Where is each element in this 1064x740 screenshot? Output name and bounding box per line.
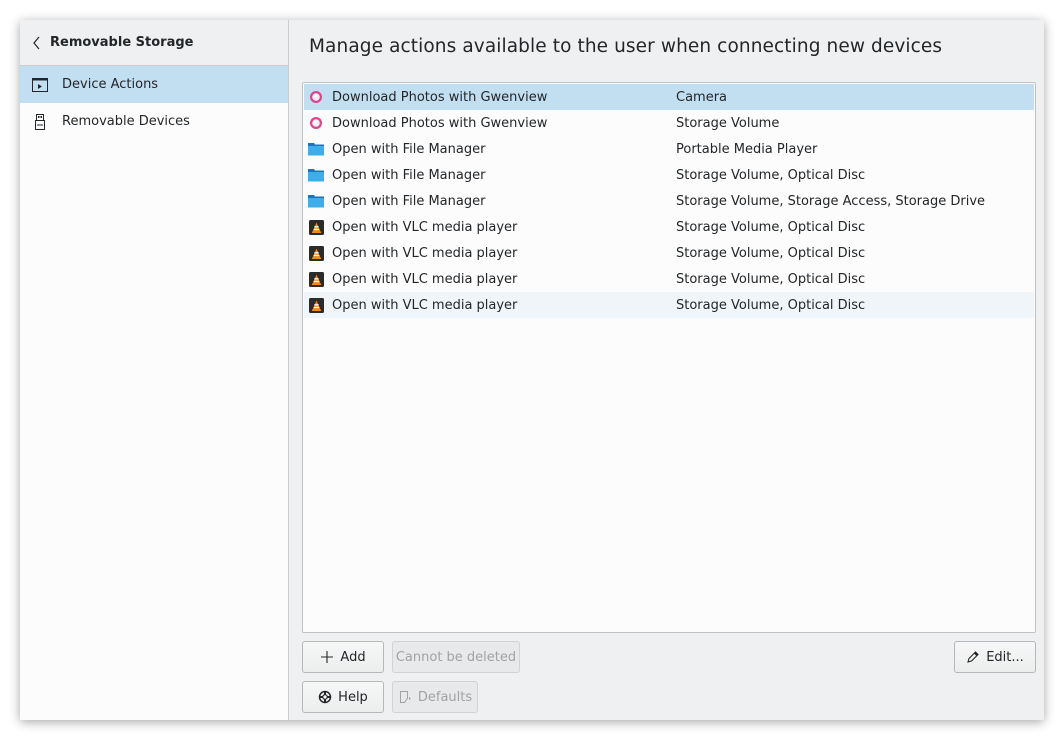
action-row[interactable]: Open with VLC media player Storage Volume…	[304, 266, 1034, 292]
sidebar-item-label: Removable Devices	[62, 114, 190, 129]
sidebar-item-device-actions[interactable]: Device Actions	[20, 66, 288, 103]
sidebar: Removable Storage Device Actions Removab…	[20, 20, 289, 720]
action-row[interactable]: Open with VLC media player Storage Volume…	[304, 292, 1034, 318]
action-name: Open with VLC media player	[332, 297, 518, 313]
page-title: Manage actions available to the user whe…	[309, 36, 943, 57]
action-name: Open with VLC media player	[332, 271, 518, 287]
action-row[interactable]: Download Photos with Gwenview Camera	[304, 84, 1034, 110]
document-revert-icon	[398, 690, 412, 704]
action-row[interactable]: Download Photos with Gwenview Storage Vol…	[304, 110, 1034, 136]
gwenview-icon	[308, 89, 324, 105]
help-lifebuoy-icon	[318, 690, 332, 704]
gwenview-icon	[308, 115, 324, 131]
action-name: Open with File Manager	[332, 193, 486, 209]
actions-list[interactable]: Download Photos with Gwenview Camera Downl…	[302, 82, 1036, 633]
sidebar-item-label: Device Actions	[62, 77, 159, 92]
folder-icon	[308, 167, 324, 183]
vlc-icon	[308, 219, 324, 235]
plus-icon	[320, 650, 334, 664]
action-device-types: Storage Volume, Storage Access, Storage …	[676, 193, 986, 209]
folder-icon	[308, 141, 324, 157]
device-actions-icon	[32, 77, 48, 93]
action-name: Open with VLC media player	[332, 245, 518, 261]
vlc-icon	[308, 245, 324, 261]
defaults-button-label: Defaults	[417, 689, 473, 705]
main-panel: Manage actions available to the user whe…	[289, 20, 1044, 720]
action-device-types: Portable Media Player	[676, 141, 818, 157]
vlc-icon	[308, 271, 324, 287]
help-button-label: Help	[338, 689, 368, 705]
delete-button-label: Cannot be deleted	[395, 649, 517, 665]
action-row[interactable]: Open with VLC media player Storage Volume…	[304, 240, 1034, 266]
action-row[interactable]: Open with File Manager Storage Volume, St…	[304, 188, 1034, 214]
action-device-types: Storage Volume, Optical Disc	[676, 271, 866, 287]
action-device-types: Storage Volume, Optical Disc	[676, 245, 866, 261]
action-device-types: Storage Volume	[676, 115, 780, 131]
back-arrow-icon[interactable]	[32, 36, 42, 50]
delete-button[interactable]: Cannot be deleted	[392, 641, 520, 673]
action-row[interactable]: Open with File Manager Portable Media Pla…	[304, 136, 1034, 162]
action-row[interactable]: Open with VLC media player Storage Volume…	[304, 214, 1034, 240]
sidebar-title: Removable Storage	[50, 35, 194, 50]
vlc-icon	[308, 297, 324, 313]
action-device-types: Camera	[676, 89, 728, 105]
sidebar-item-removable-devices[interactable]: Removable Devices	[20, 103, 288, 140]
action-name: Open with File Manager	[332, 141, 486, 157]
action-name: Open with File Manager	[332, 167, 486, 183]
settings-window: Removable Storage Device Actions Removab…	[20, 20, 1044, 720]
action-name: Download Photos with Gwenview	[332, 115, 548, 131]
action-name: Open with VLC media player	[332, 219, 518, 235]
usb-drive-icon	[32, 113, 48, 130]
add-button[interactable]: Add	[302, 641, 384, 673]
action-device-types: Storage Volume, Optical Disc	[676, 219, 866, 235]
pencil-icon	[966, 650, 980, 664]
help-button[interactable]: Help	[302, 681, 384, 713]
folder-icon	[308, 193, 324, 209]
defaults-button[interactable]: Defaults	[392, 681, 478, 713]
action-name: Download Photos with Gwenview	[332, 89, 548, 105]
action-device-types: Storage Volume, Optical Disc	[676, 167, 866, 183]
action-device-types: Storage Volume, Optical Disc	[676, 297, 866, 313]
add-button-label: Add	[340, 649, 366, 665]
edit-button[interactable]: Edit...	[954, 641, 1036, 673]
sidebar-header[interactable]: Removable Storage	[20, 20, 288, 66]
edit-button-label: Edit...	[986, 649, 1024, 665]
action-row[interactable]: Open with File Manager Storage Volume, Op…	[304, 162, 1034, 188]
